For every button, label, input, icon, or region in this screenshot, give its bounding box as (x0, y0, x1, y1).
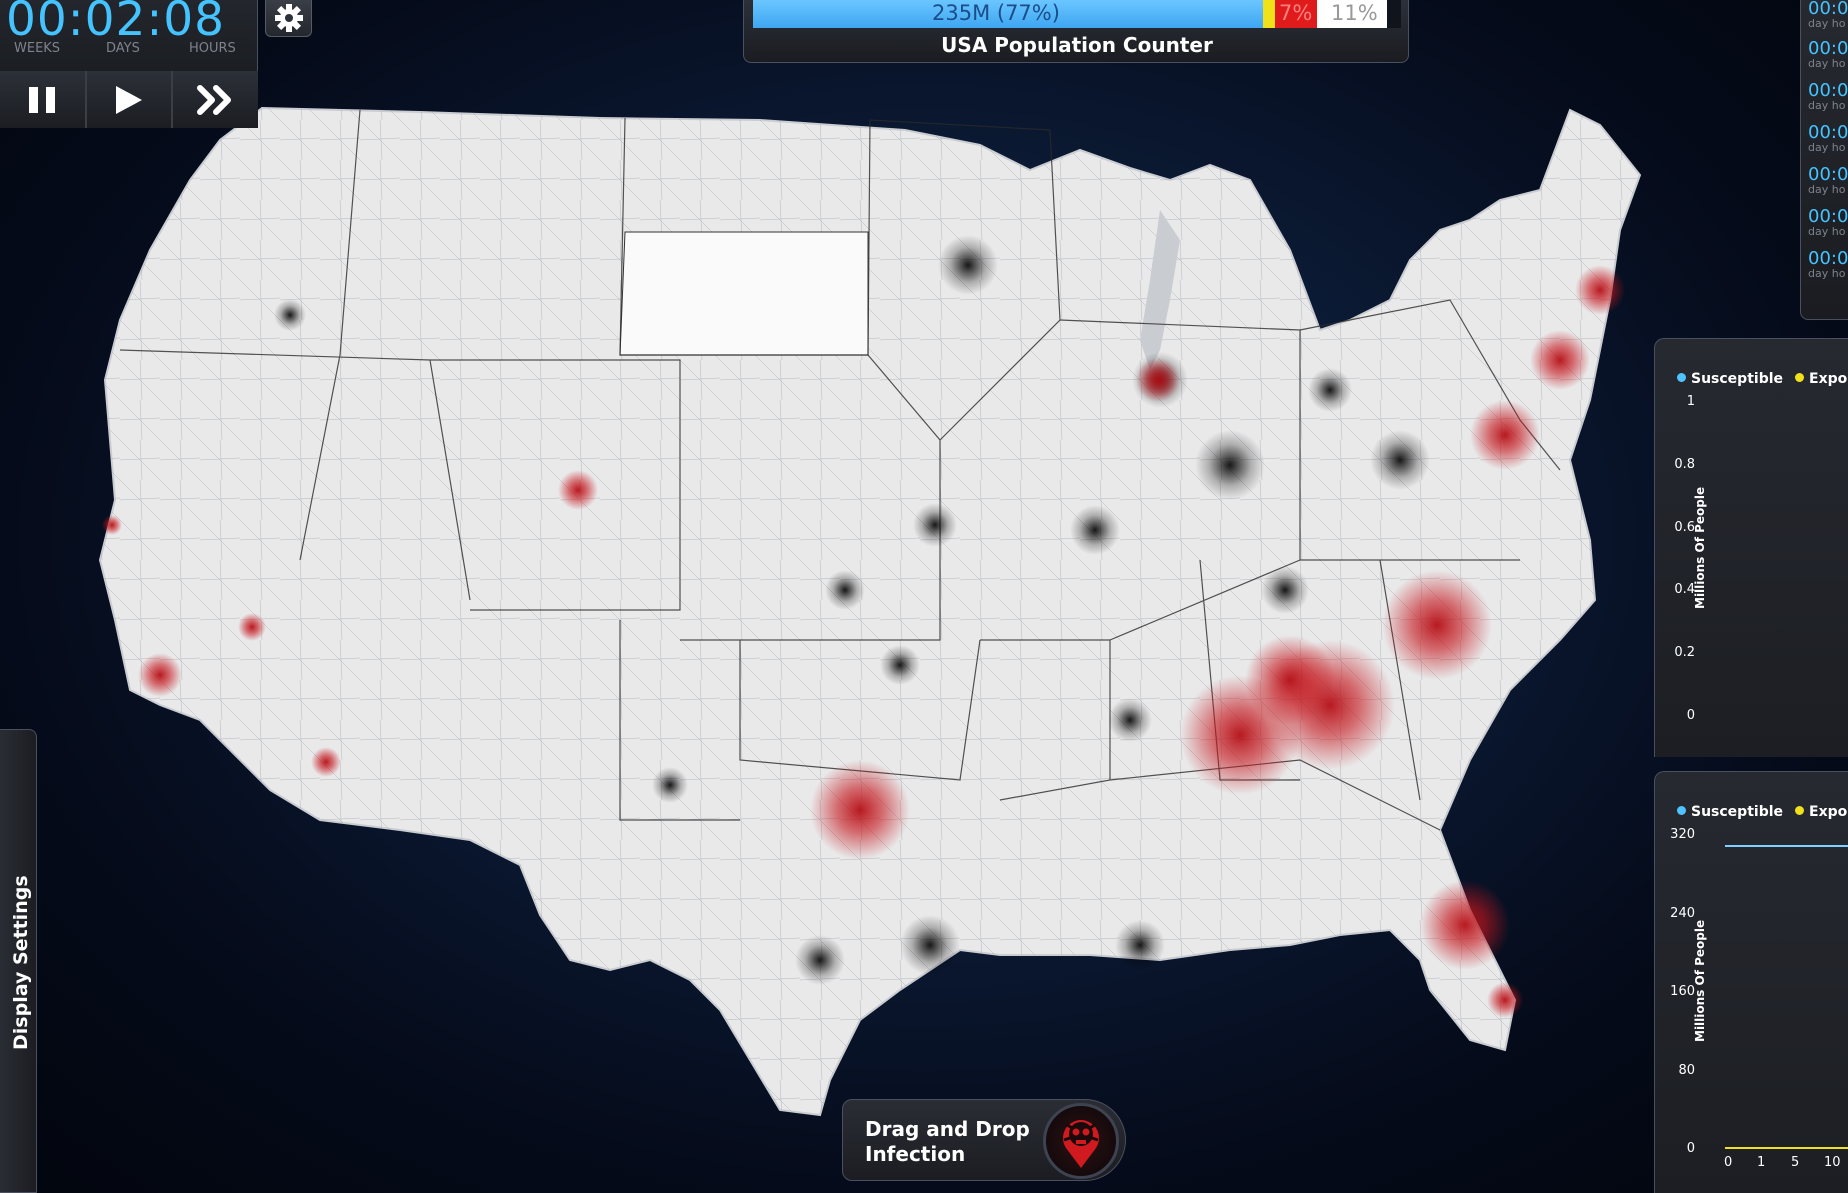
legend-dot-icon (1677, 373, 1686, 382)
play-icon (116, 85, 142, 114)
x-tick: 5 (1791, 1155, 1800, 1170)
drag-drop-line1: Drag and Drop (865, 1117, 1030, 1141)
time-list-item[interactable]: 00:0 day ho (1808, 82, 1848, 112)
play-button[interactable] (86, 71, 174, 128)
time-list-item[interactable]: 00:0 day ho (1808, 0, 1848, 30)
x-tick: 1 (1757, 1155, 1766, 1170)
time-list-item[interactable]: 00:0 day ho (1808, 208, 1848, 238)
timer-unit-hours: HOURS (189, 41, 236, 56)
y-tick: 0.8 (1674, 457, 1695, 472)
y-tick: 0.4 (1674, 582, 1695, 597)
population-counter: 235M (77%) 7% 11% USA Population Counter (743, 0, 1409, 63)
display-settings-label: Display Settings (10, 875, 32, 1050)
simulation-timer: 00:02:08 WEEKS DAYS HOURS (0, 0, 259, 128)
event-time-list[interactable]: 00:0 day ho 00:0 day ho 00:0 day ho 00:0 day… (1800, 0, 1848, 320)
fast-forward-icon (196, 84, 231, 115)
y-tick: 0.2 (1674, 645, 1695, 660)
settings-button[interactable] (265, 0, 312, 37)
chart-y-label: Millions Of People (1693, 486, 1707, 609)
susceptible-text: 235M (77%) (932, 1, 1060, 25)
timer-units: WEEKS DAYS HOURS (0, 41, 258, 56)
display-settings-tab[interactable]: Display Settings (0, 729, 37, 1193)
pause-button[interactable] (0, 71, 87, 128)
legend-exposed[interactable]: Exposed (1795, 371, 1848, 387)
chart-lines (1725, 845, 1848, 1149)
x-tick: 0 (1724, 1155, 1733, 1170)
virus-skull-icon[interactable] (1043, 1103, 1119, 1179)
fast-forward-button[interactable] (173, 71, 259, 128)
time-list-item[interactable]: 00:0 day ho (1808, 40, 1848, 70)
usa-map[interactable] (0, 0, 1848, 1193)
population-chart-normalized: SusceptibleExposed Millions Of People 1 … (1654, 338, 1848, 757)
pause-icon (29, 86, 56, 113)
drag-drop-infection[interactable]: Drag and Drop Infection (842, 1099, 1126, 1181)
time-list-item[interactable]: 00:0 day ho (1808, 124, 1848, 154)
timer-unit-weeks: WEEKS (14, 41, 61, 56)
timer-clock: 00:02:08 (6, 0, 226, 47)
gear-icon (274, 4, 303, 32)
legend-dot-icon (1795, 373, 1805, 382)
x-tick: 10 (1824, 1155, 1841, 1170)
exposed-segment (1263, 0, 1275, 28)
chart-legend: Susceptible Exposed (1677, 371, 1848, 387)
infected-text: 7% (1279, 1, 1313, 25)
legend-susceptible[interactable]: Susceptible (1677, 371, 1783, 387)
y-tick: 0 (1686, 708, 1695, 723)
drag-drop-label: Drag and Drop Infection (865, 1117, 1030, 1167)
y-tick: 0.6 (1674, 520, 1695, 535)
population-chart-millions: SusceptibleExposed Millions Of People 32… (1654, 771, 1848, 1193)
population-bar: 235M (77%) 7% 11% (753, 0, 1401, 28)
time-list-item[interactable]: 00:0 day ho (1808, 166, 1848, 196)
time-list-item[interactable]: 00:0 day ho (1808, 250, 1848, 280)
y-tick: 1 (1686, 394, 1695, 409)
timer-unit-days: DAYS (106, 41, 140, 56)
drag-drop-line2: Infection (865, 1142, 966, 1166)
population-title: USA Population Counter (941, 33, 1213, 57)
dead-text: 11% (1331, 1, 1378, 25)
playback-controls (0, 71, 259, 128)
